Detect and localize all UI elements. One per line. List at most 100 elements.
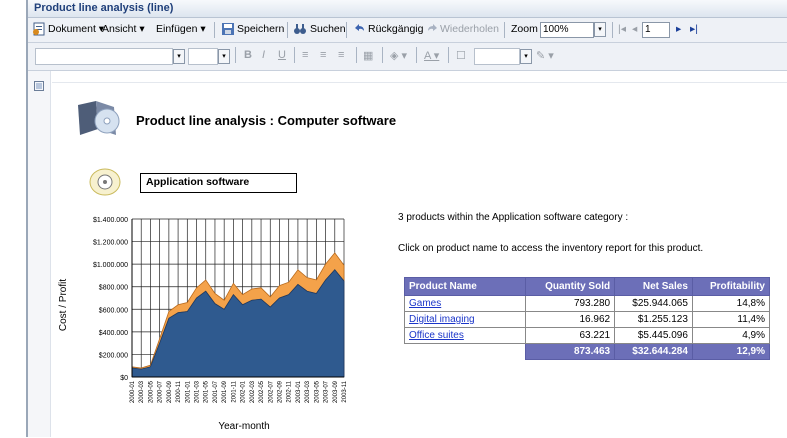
- zoom-field[interactable]: 100%: [540, 22, 594, 38]
- x-tick-label: 2001-01: [185, 380, 191, 403]
- border-style-dropdown[interactable]: ▾: [520, 49, 532, 64]
- document-menu[interactable]: Dokument ▾: [48, 23, 104, 35]
- x-tick-label: 2003-07: [324, 380, 330, 403]
- y-tick-label: $1.200.000: [93, 240, 128, 247]
- toolbar-divider: [214, 22, 215, 38]
- x-tick-label: 2003-11: [342, 380, 348, 402]
- x-tick-label: 2002-07: [268, 380, 274, 403]
- product-cell: Office suites: [404, 327, 526, 344]
- x-axis-title: Year-month: [218, 421, 269, 432]
- profitability-cell: 11,4%: [691, 311, 771, 328]
- bold-button[interactable]: B: [244, 49, 252, 61]
- x-tick-label: 2002-03: [250, 380, 256, 403]
- font-name-field[interactable]: [35, 48, 173, 65]
- y-tick-label: $800.000: [99, 285, 128, 292]
- zoom-dropdown[interactable]: ▾: [594, 22, 606, 37]
- x-tick-label: 2002-05: [259, 380, 265, 403]
- x-tick-label: 2002-01: [241, 380, 247, 403]
- align-center-icon[interactable]: ≡: [320, 49, 326, 61]
- expand-icon[interactable]: [34, 81, 44, 91]
- font-size-field[interactable]: [188, 48, 218, 65]
- toolbar-divider: [235, 47, 236, 63]
- align-left-icon[interactable]: ≡: [302, 49, 308, 61]
- undo-icon: [355, 24, 364, 31]
- product-cell: Digital imaging: [404, 311, 526, 328]
- header-profitability: Profitability: [691, 277, 771, 296]
- profitability-cell: 4,9%: [691, 327, 771, 344]
- insert-menu[interactable]: Einfügen ▾: [156, 23, 206, 35]
- x-tick-label: 2001-09: [222, 380, 228, 403]
- underline-button[interactable]: U: [278, 49, 286, 61]
- redo-button[interactable]: Wiederholen: [440, 23, 499, 35]
- view-menu-label: Ansicht: [102, 23, 137, 35]
- quantity-cell: 63.221: [524, 327, 616, 344]
- y-tick-label: $200.000: [99, 352, 128, 359]
- border-style-field[interactable]: [474, 48, 520, 65]
- table-row: Office suites 63.221 $5.445.096 4,9%: [404, 327, 771, 344]
- products-table: Product Name Quantity Sold Net Sales Pro…: [404, 277, 771, 360]
- table-row: Digital imaging 16.962 $1.255.123 11,4%: [404, 311, 771, 328]
- font-color-icon[interactable]: A ▾: [424, 49, 439, 62]
- x-tick-label: 2003-05: [314, 380, 320, 403]
- totals-spacer: [404, 343, 526, 360]
- window-titlebar: Product line analysis (line): [28, 0, 787, 18]
- header-quantity-sold: Quantity Sold: [524, 277, 616, 296]
- fill-color-icon[interactable]: ◈ ▾: [390, 49, 407, 62]
- x-tick-label: 2003-09: [333, 380, 339, 403]
- product-link-digital-imaging[interactable]: Digital imaging: [409, 314, 475, 325]
- hint-text: Click on product name to access the inve…: [398, 243, 704, 254]
- first-page-button[interactable]: |◂: [618, 23, 626, 35]
- product-cell: Games: [404, 295, 526, 312]
- x-tick-label: 2003-01: [296, 380, 302, 403]
- insert-menu-label: Einfügen: [156, 23, 198, 35]
- profitability-cell: 14,8%: [691, 295, 771, 312]
- net-sales-cell: $25.944.065: [614, 295, 693, 312]
- previous-page-button[interactable]: ◂: [632, 23, 637, 35]
- view-menu[interactable]: Ansicht ▾: [102, 23, 145, 35]
- window-title: Product line analysis (line): [34, 2, 174, 14]
- y-tick-label: $1.400.000: [93, 217, 128, 224]
- product-link-games[interactable]: Games: [409, 298, 441, 309]
- toolbar-divider: [356, 47, 357, 63]
- y-axis-title: Cost / Profit: [58, 279, 69, 331]
- undo-button[interactable]: Rückgängig: [368, 23, 423, 35]
- y-tick-label: $400.000: [99, 330, 128, 337]
- next-page-button[interactable]: ▸: [676, 23, 681, 35]
- table-icon[interactable]: ▦: [363, 49, 373, 62]
- save-button[interactable]: Speichern: [237, 23, 284, 35]
- x-tick-label: 2000-01: [130, 380, 136, 403]
- document-menu-label: Dokument: [48, 23, 96, 35]
- x-tick-label: 2000-07: [158, 380, 164, 403]
- document-icon: [33, 22, 45, 36]
- font-name-dropdown[interactable]: ▾: [173, 49, 185, 64]
- table-header-row: Product Name Quantity Sold Net Sales Pro…: [404, 277, 771, 296]
- totals-row: 873.463 $32.644.284 12,9%: [404, 343, 771, 360]
- x-tick-label: 2000-05: [148, 380, 154, 403]
- toolbar-divider: [382, 47, 383, 63]
- y-tick-label: $600.000: [99, 307, 128, 314]
- italic-button[interactable]: I: [262, 49, 265, 61]
- y-tick-label: $1.000.000: [93, 262, 128, 269]
- binoculars-icon: [294, 24, 306, 34]
- search-button[interactable]: Suchen: [310, 23, 346, 35]
- total-net-sales: $32.644.284: [614, 343, 693, 360]
- total-profitability: 12,9%: [691, 343, 771, 360]
- x-tick-label: 2001-05: [204, 380, 210, 403]
- toolbar-divider: [416, 47, 417, 63]
- font-size-dropdown[interactable]: ▾: [218, 49, 230, 64]
- header-product-name: Product Name: [404, 277, 526, 296]
- header-net-sales: Net Sales: [614, 277, 693, 296]
- net-sales-cell: $1.255.123: [614, 311, 693, 328]
- net-sales-cell: $5.445.096: [614, 327, 693, 344]
- report-page: Product line analysis : Computer softwar…: [52, 82, 787, 438]
- align-right-icon[interactable]: ≡: [338, 49, 344, 61]
- pen-icon[interactable]: ✎ ▾: [536, 49, 554, 62]
- cd-icon: [89, 168, 121, 196]
- product-link-office-suites[interactable]: Office suites: [409, 330, 464, 341]
- page-number-field[interactable]: 1: [642, 22, 670, 38]
- border-icon[interactable]: ☐: [456, 49, 466, 62]
- x-tick-label: 2002-11: [287, 380, 293, 402]
- last-page-button[interactable]: ▸|: [690, 23, 698, 35]
- format-toolbar: ▾ ▾ B I U ≡ ≡ ≡ ▦ ◈ ▾ A ▾ ☐ ▾ ✎ ▾: [28, 43, 787, 71]
- x-tick-label: 2001-03: [195, 380, 201, 403]
